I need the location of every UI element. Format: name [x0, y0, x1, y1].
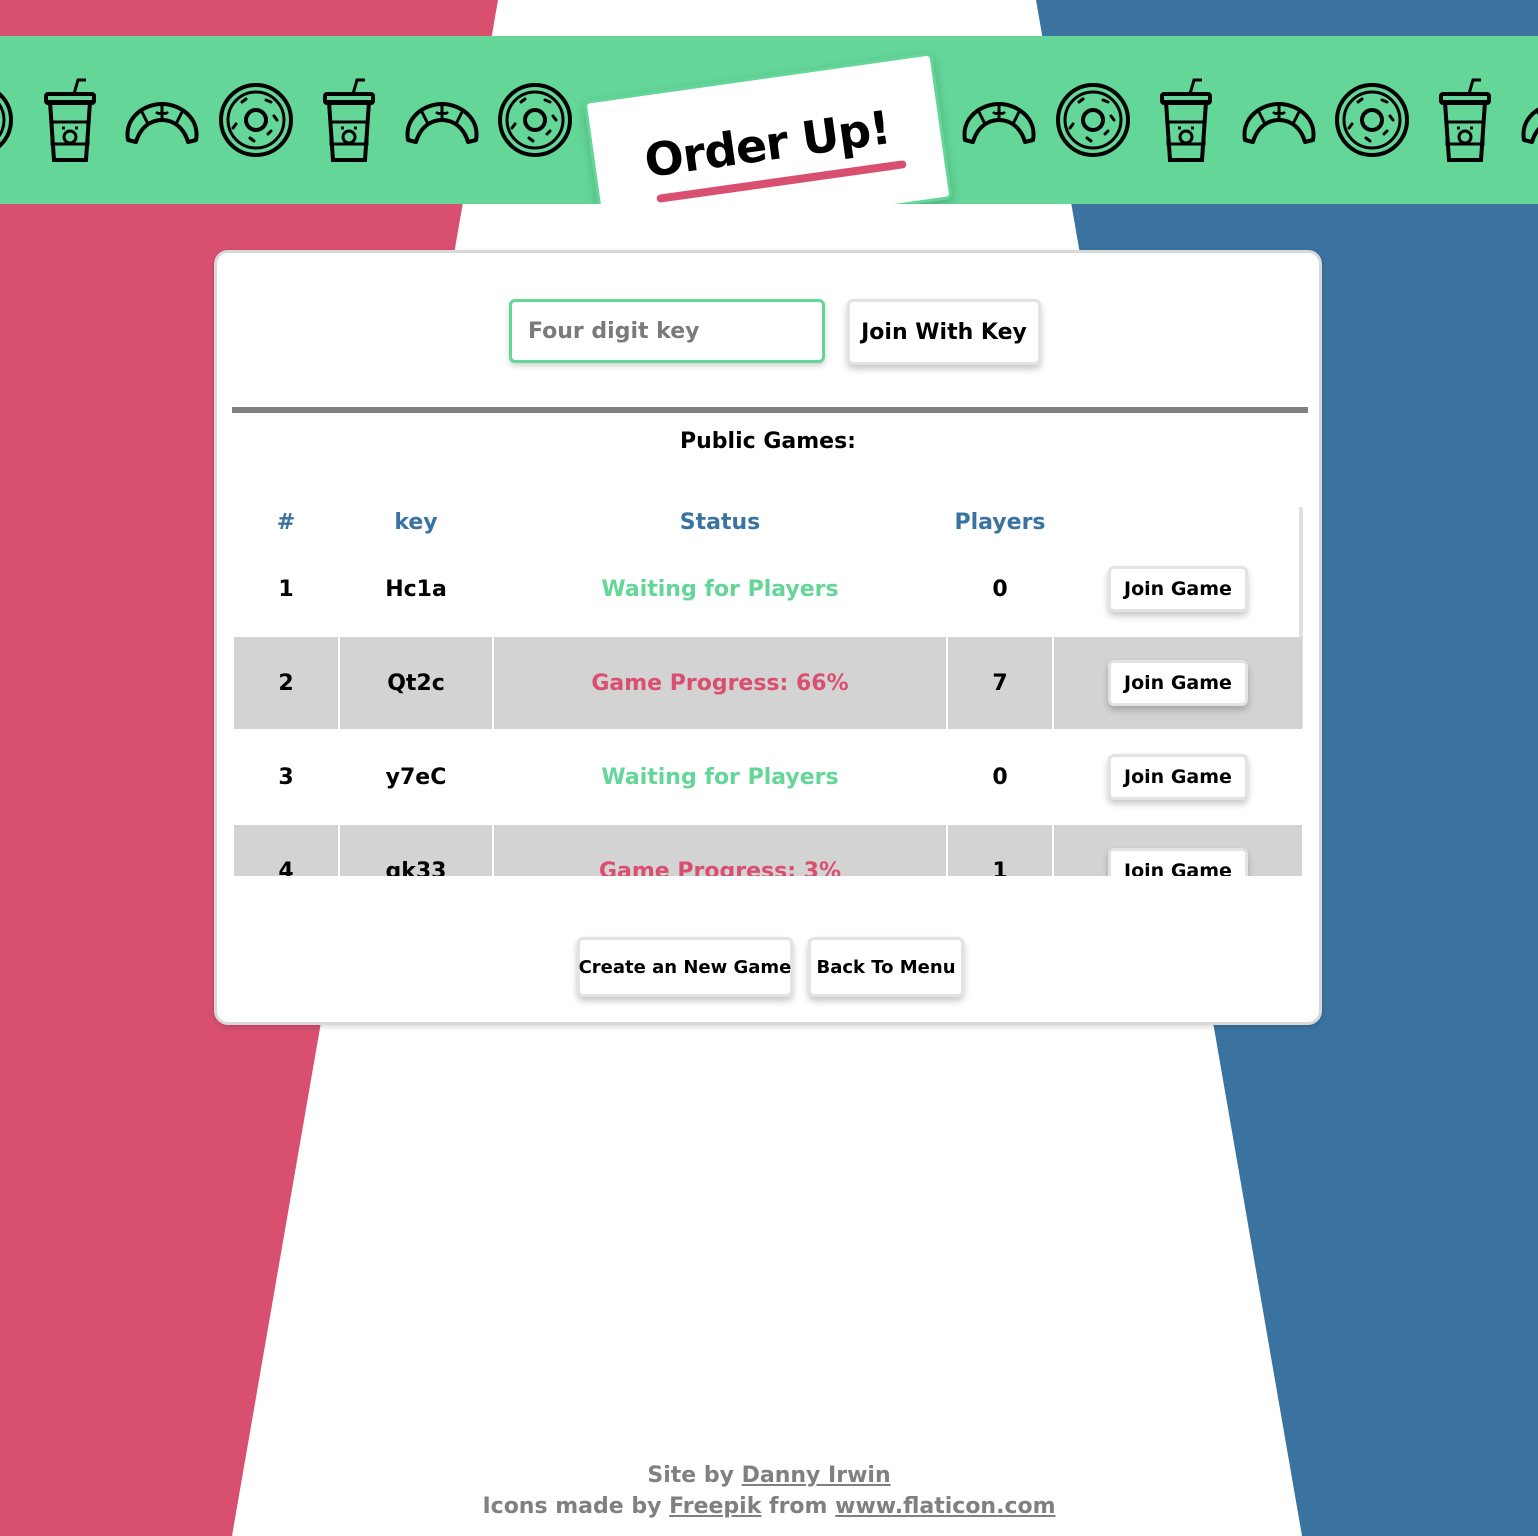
- game-status: Game Progress: 66%: [494, 637, 946, 729]
- player-count: 0: [992, 764, 1008, 790]
- join-game-button[interactable]: Join Game: [1108, 754, 1248, 800]
- column-header-status: Status: [679, 510, 761, 535]
- table-row: 3 y7eC Waiting for Players 0 Join Game: [234, 731, 1302, 823]
- header-banner: Order Up!: [0, 36, 1538, 204]
- join-game-button[interactable]: Join Game: [1108, 848, 1248, 876]
- from-label: from: [769, 1494, 828, 1519]
- player-count: 0: [992, 576, 1008, 602]
- game-status: Waiting for Players: [601, 576, 839, 602]
- game-number: 3: [278, 764, 294, 790]
- join-with-key-button[interactable]: Join With Key: [847, 299, 1041, 365]
- table-row: 4 qk33 Game Progress: 3% 1 Join Game: [234, 825, 1302, 876]
- create-new-game-button[interactable]: Create an New Game: [577, 937, 793, 997]
- footer-credits: Site by Danny Irwin Icons made by Freepi…: [0, 1460, 1538, 1522]
- public-games-title: Public Games:: [680, 429, 856, 454]
- game-key-input[interactable]: [509, 299, 825, 363]
- site-credit-line: Site by Danny Irwin: [0, 1460, 1538, 1491]
- section-divider: [232, 407, 1308, 413]
- site-by-label: Site by: [647, 1463, 734, 1488]
- action-cell: Join Game: [1054, 637, 1302, 729]
- action-cell: Join Game: [1054, 543, 1302, 635]
- game-key: Qt2c: [340, 637, 492, 729]
- icons-credit-line: Icons made by Freepik from www.flaticon.…: [0, 1491, 1538, 1522]
- game-number: 1: [278, 576, 294, 602]
- game-key: Hc1a: [385, 576, 447, 602]
- game-key: qk33: [340, 825, 492, 876]
- flaticon-link[interactable]: www.flaticon.com: [835, 1494, 1055, 1519]
- column-header-number: #: [276, 510, 296, 535]
- game-number: 4: [234, 825, 338, 876]
- freepik-link[interactable]: Freepik: [669, 1494, 761, 1519]
- player-count: 1: [948, 825, 1052, 876]
- column-header-players: Players: [954, 510, 1046, 535]
- table-row: 2 Qt2c Game Progress: 66% 7 Join Game: [234, 637, 1302, 729]
- back-to-menu-button[interactable]: Back To Menu: [808, 937, 964, 997]
- game-key: y7eC: [385, 764, 447, 790]
- author-link[interactable]: Danny Irwin: [742, 1463, 891, 1488]
- join-game-button[interactable]: Join Game: [1108, 566, 1248, 612]
- game-status: Game Progress: 3%: [494, 825, 946, 876]
- action-cell: Join Game: [1054, 731, 1302, 823]
- icons-by-label: Icons made by: [482, 1494, 662, 1519]
- game-number: 2: [234, 637, 338, 729]
- action-cell: Join Game: [1054, 825, 1302, 876]
- join-game-button[interactable]: Join Game: [1108, 660, 1248, 706]
- player-count: 7: [948, 637, 1052, 729]
- public-games-table[interactable]: # key Status Players 1 Hc1a Waiting for …: [234, 503, 1306, 876]
- table-row: 1 Hc1a Waiting for Players 0 Join Game: [234, 543, 1302, 635]
- game-lobby-panel: Join With Key Public Games: # key Status…: [214, 250, 1322, 1025]
- game-status: Waiting for Players: [601, 764, 839, 790]
- column-header-key: key: [394, 510, 438, 535]
